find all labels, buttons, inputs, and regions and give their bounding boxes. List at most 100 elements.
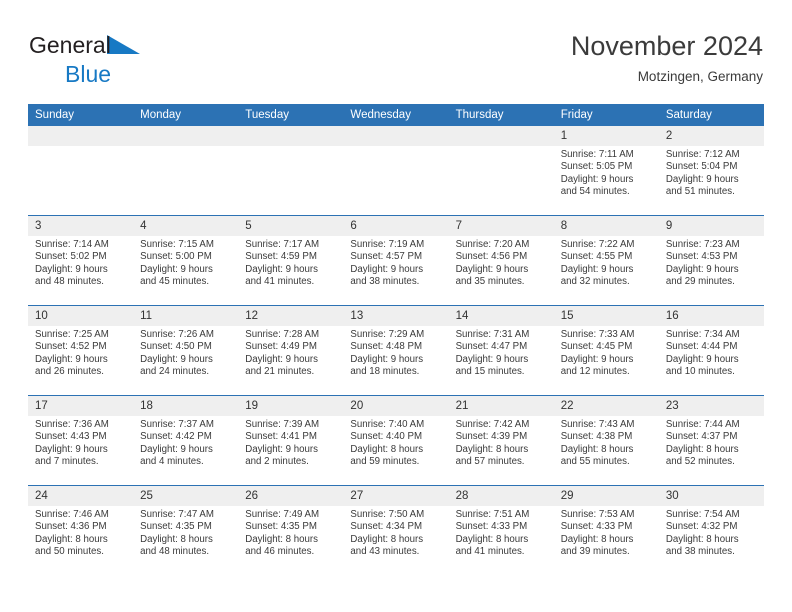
day-detail-line: Sunset: 4:52 PM xyxy=(35,341,107,353)
day-cell-inner: 26 Sunrise: 7:49 AM Sunset: 4:35 PM Dayligh… xyxy=(238,486,344,575)
day-cell-inner: 19 Sunrise: 7:39 AM Sunset: 4:41 PM Dayligh… xyxy=(238,396,344,485)
day-cell-inner: 18 Sunrise: 7:37 AM Sunset: 4:42 PM Dayligh… xyxy=(133,396,239,485)
triangle-flag-icon xyxy=(106,35,141,60)
day-detail-line: Sunrise: 7:20 AM xyxy=(455,239,530,250)
calendar-day-cell[interactable]: 7 Sunrise: 7:20 AM Sunset: 4:56 PM Daylight… xyxy=(448,215,554,306)
day-detail-line: and 4 minutes. xyxy=(140,456,204,468)
day-details: Sunrise: 7:47 AM Sunset: 4:35 PM Daylight:… xyxy=(133,506,238,559)
calendar-day-cell[interactable]: 16 Sunrise: 7:34 AM Sunset: 4:44 PM Dayligh… xyxy=(658,305,764,396)
calendar-day-cell[interactable]: 11 Sunrise: 7:26 AM Sunset: 4:50 PM Dayligh… xyxy=(133,305,239,396)
day-number: 10 xyxy=(28,306,134,326)
calendar-week-row: 3 Sunrise: 7:14 AM Sunset: 5:02 PM Daylight… xyxy=(28,215,764,306)
day-detail-line: and 12 minutes. xyxy=(560,366,630,378)
calendar-day-cell[interactable]: 9 Sunrise: 7:23 AM Sunset: 4:53 PM Daylight… xyxy=(658,215,764,306)
calendar-day-cell[interactable]: 10 Sunrise: 7:25 AM Sunset: 4:52 PM Dayligh… xyxy=(28,305,134,396)
calendar-day-cell[interactable]: 20 Sunrise: 7:40 AM Sunset: 4:40 PM Dayligh… xyxy=(343,395,449,486)
day-details: Sunrise: 7:36 AM Sunset: 4:43 PM Daylight:… xyxy=(28,416,133,469)
calendar-day-cell[interactable]: 26 Sunrise: 7:49 AM Sunset: 4:35 PM Dayligh… xyxy=(238,485,344,575)
day-number: 13 xyxy=(343,306,449,326)
brand-logo[interactable]: General Blue xyxy=(29,28,209,86)
calendar-day-cell[interactable]: 2 Sunrise: 7:12 AM Sunset: 5:04 PM Daylight… xyxy=(658,126,764,216)
calendar-day-cell[interactable]: 8 Sunrise: 7:22 AM Sunset: 4:55 PM Daylight… xyxy=(553,215,659,306)
day-details: Sunrise: 7:29 AM Sunset: 4:48 PM Daylight:… xyxy=(343,326,448,379)
day-number: 17 xyxy=(28,396,134,416)
day-detail-line: Daylight: 9 hours xyxy=(350,353,424,365)
day-detail-line: Daylight: 8 hours xyxy=(665,533,739,545)
day-detail-line: Daylight: 9 hours xyxy=(245,263,318,275)
day-detail-line: Daylight: 9 hours xyxy=(665,263,739,275)
day-details: Sunrise: 7:22 AM Sunset: 4:55 PM Daylight:… xyxy=(554,236,659,289)
day-number: 15 xyxy=(553,306,659,326)
calendar-cell-empty xyxy=(28,126,134,216)
day-details: Sunrise: 7:23 AM Sunset: 4:53 PM Daylight:… xyxy=(659,236,764,289)
calendar-day-cell[interactable]: 1 Sunrise: 7:11 AM Sunset: 5:05 PM Daylight… xyxy=(553,126,659,216)
calendar-day-cell[interactable]: 24 Sunrise: 7:46 AM Sunset: 4:36 PM Dayligh… xyxy=(28,485,134,575)
calendar-day-cell[interactable]: 25 Sunrise: 7:47 AM Sunset: 4:35 PM Dayligh… xyxy=(133,485,239,575)
day-detail-line: Sunrise: 7:12 AM xyxy=(665,149,740,160)
calendar-day-cell[interactable]: 3 Sunrise: 7:14 AM Sunset: 5:02 PM Daylight… xyxy=(28,215,134,306)
day-detail-line: and 18 minutes. xyxy=(350,366,420,378)
calendar-day-cell[interactable]: 13 Sunrise: 7:29 AM Sunset: 4:48 PM Dayligh… xyxy=(343,305,449,396)
calendar-day-cell[interactable]: 4 Sunrise: 7:15 AM Sunset: 5:00 PM Daylight… xyxy=(133,215,239,306)
day-cell-inner: 4 Sunrise: 7:15 AM Sunset: 5:00 PM Daylight… xyxy=(133,216,239,305)
day-cell-inner: 11 Sunrise: 7:26 AM Sunset: 4:50 PM Dayligh… xyxy=(133,306,239,395)
day-detail-line: Sunset: 4:43 PM xyxy=(35,431,107,443)
calendar-day-cell[interactable]: 6 Sunrise: 7:19 AM Sunset: 4:57 PM Daylight… xyxy=(343,215,449,306)
day-detail-line: Sunrise: 7:36 AM xyxy=(35,419,109,430)
day-detail-line: and 15 minutes. xyxy=(455,366,525,378)
day-detail-line: Daylight: 9 hours xyxy=(350,263,424,275)
day-number: 4 xyxy=(133,216,239,236)
day-number: 5 xyxy=(238,216,344,236)
day-cell-inner: 29 Sunrise: 7:53 AM Sunset: 4:33 PM Dayligh… xyxy=(553,486,659,575)
day-detail-line: and 41 minutes. xyxy=(245,276,315,288)
day-detail-line: Sunset: 4:33 PM xyxy=(455,521,528,533)
day-detail-line: Sunset: 4:50 PM xyxy=(140,341,212,353)
day-number: 6 xyxy=(343,216,449,236)
calendar-cell-empty xyxy=(238,126,344,216)
day-details: Sunrise: 7:53 AM Sunset: 4:33 PM Daylight:… xyxy=(554,506,659,559)
calendar-day-cell[interactable]: 23 Sunrise: 7:44 AM Sunset: 4:37 PM Dayligh… xyxy=(658,395,764,486)
day-detail-line: Sunset: 4:41 PM xyxy=(245,431,317,443)
calendar-day-cell[interactable]: 30 Sunrise: 7:54 AM Sunset: 4:32 PM Dayligh… xyxy=(658,485,764,575)
calendar-day-cell[interactable]: 12 Sunrise: 7:28 AM Sunset: 4:49 PM Dayligh… xyxy=(238,305,344,396)
day-detail-line: Sunrise: 7:26 AM xyxy=(140,329,214,340)
calendar-day-cell[interactable]: 22 Sunrise: 7:43 AM Sunset: 4:38 PM Dayligh… xyxy=(553,395,659,486)
day-cell-inner xyxy=(28,126,134,215)
day-detail-line: and 29 minutes. xyxy=(665,276,735,288)
day-number: 28 xyxy=(448,486,554,506)
calendar-day-cell[interactable]: 15 Sunrise: 7:33 AM Sunset: 4:45 PM Dayligh… xyxy=(553,305,659,396)
calendar-day-cell[interactable]: 28 Sunrise: 7:51 AM Sunset: 4:33 PM Dayligh… xyxy=(448,485,554,575)
day-detail-line: and 59 minutes. xyxy=(350,456,420,468)
day-detail-line: and 21 minutes. xyxy=(245,366,315,378)
day-detail-line: Sunset: 4:55 PM xyxy=(560,251,633,263)
day-number: 1 xyxy=(553,126,659,146)
day-detail-line: Sunrise: 7:47 AM xyxy=(140,509,214,520)
day-cell-inner: 7 Sunrise: 7:20 AM Sunset: 4:56 PM Daylight… xyxy=(448,216,554,305)
calendar-day-cell[interactable]: 27 Sunrise: 7:50 AM Sunset: 4:34 PM Dayligh… xyxy=(343,485,449,575)
day-detail-line: Sunset: 4:59 PM xyxy=(245,251,317,263)
calendar-day-cell[interactable]: 19 Sunrise: 7:39 AM Sunset: 4:41 PM Dayligh… xyxy=(238,395,344,486)
calendar-day-cell[interactable]: 14 Sunrise: 7:31 AM Sunset: 4:47 PM Dayligh… xyxy=(448,305,554,396)
calendar-day-cell[interactable]: 18 Sunrise: 7:37 AM Sunset: 4:42 PM Dayligh… xyxy=(133,395,239,486)
day-number: 18 xyxy=(133,396,239,416)
calendar-container: Sunday Monday Tuesday Wednesday Thursday Frid… xyxy=(0,104,792,575)
day-details: Sunrise: 7:26 AM Sunset: 4:50 PM Daylight:… xyxy=(133,326,238,379)
calendar-day-cell[interactable]: 21 Sunrise: 7:42 AM Sunset: 4:39 PM Dayligh… xyxy=(448,395,554,486)
calendar-day-cell[interactable]: 29 Sunrise: 7:53 AM Sunset: 4:33 PM Dayligh… xyxy=(553,485,659,575)
day-detail-line: and 2 minutes. xyxy=(245,456,309,468)
calendar-body: 1 Sunrise: 7:11 AM Sunset: 5:05 PM Daylight… xyxy=(28,126,764,575)
day-detail-line: and 39 minutes. xyxy=(560,546,630,558)
day-detail-line: Sunset: 5:02 PM xyxy=(35,251,107,263)
day-details: Sunrise: 7:50 AM Sunset: 4:34 PM Daylight:… xyxy=(343,506,448,559)
weekday-header-friday: Friday xyxy=(553,104,659,126)
day-detail-line: Sunset: 4:36 PM xyxy=(35,521,107,533)
day-detail-line: Sunrise: 7:22 AM xyxy=(560,239,635,250)
day-cell-inner xyxy=(133,126,239,215)
calendar-day-cell[interactable]: 5 Sunrise: 7:17 AM Sunset: 4:59 PM Daylight… xyxy=(238,215,344,306)
weekday-header-saturday: Saturday xyxy=(658,104,764,126)
day-details: Sunrise: 7:44 AM Sunset: 4:37 PM Daylight:… xyxy=(659,416,764,469)
day-number: 8 xyxy=(553,216,659,236)
calendar-day-cell[interactable]: 17 Sunrise: 7:36 AM Sunset: 4:43 PM Dayligh… xyxy=(28,395,134,486)
day-cell-inner: 15 Sunrise: 7:33 AM Sunset: 4:45 PM Dayligh… xyxy=(553,306,659,395)
day-cell-inner: 5 Sunrise: 7:17 AM Sunset: 4:59 PM Daylight… xyxy=(238,216,344,305)
